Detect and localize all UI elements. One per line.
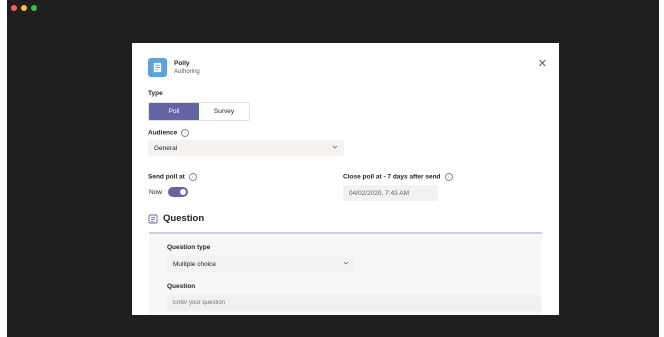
app-name: Polly	[174, 59, 190, 67]
poll-dialog: ✕ Polly Authoring Type Poll Survey Audie…	[132, 43, 559, 315]
form-icon	[148, 214, 158, 223]
poll-app-icon	[148, 58, 167, 77]
question-type-value: Multiple choice	[173, 260, 216, 268]
type-segmented-control: Poll Survey	[148, 102, 250, 121]
minimize-window-button[interactable]	[21, 5, 27, 11]
maximize-window-button[interactable]	[31, 5, 37, 11]
send-now-row: Now	[149, 187, 189, 197]
type-poll-button[interactable]: Poll	[149, 103, 199, 120]
send-label-row: Send poll at i	[148, 173, 197, 181]
info-icon[interactable]: i	[444, 173, 453, 181]
audience-label-row: Audience i	[148, 129, 190, 137]
close-date-field[interactable]: 04/02/2020, 7:43 AM	[343, 185, 438, 201]
app-window: ✕ Polly Authoring Type Poll Survey Audie…	[7, 0, 659, 337]
info-icon[interactable]: i	[188, 173, 197, 181]
app-subtitle: Authoring	[174, 68, 200, 75]
send-now-toggle[interactable]	[168, 187, 189, 197]
question-label: Question	[167, 283, 196, 290]
audience-select[interactable]: General	[148, 140, 344, 156]
info-icon[interactable]: i	[181, 129, 190, 137]
type-label: Type	[148, 90, 163, 97]
close-icon[interactable]: ✕	[538, 57, 547, 70]
close-date-value: 04/02/2020, 7:43 AM	[349, 189, 409, 197]
toggle-knob	[180, 189, 187, 195]
section-header: Question	[148, 213, 204, 224]
question-card: Question type Multiple choice Question	[149, 232, 542, 315]
section-title: Question	[163, 213, 205, 224]
audience-label: Audience	[148, 129, 178, 137]
chevron-down-icon	[332, 145, 338, 149]
send-label: Send poll at	[148, 173, 185, 181]
type-survey-button[interactable]: Survey	[199, 103, 249, 120]
close-label: Close poll at - 7 days after send	[343, 173, 441, 181]
question-type-select[interactable]: Multiple choice	[167, 256, 355, 272]
audience-value: General	[154, 144, 178, 152]
close-label-row: Close poll at - 7 days after send i	[343, 173, 453, 181]
close-window-button[interactable]	[11, 5, 17, 11]
question-type-label: Question type	[167, 244, 211, 251]
chevron-down-icon	[343, 261, 349, 265]
send-now-label: Now	[149, 188, 163, 196]
window-controls	[11, 5, 37, 11]
app-header: Polly Authoring	[148, 58, 200, 77]
question-input[interactable]	[167, 295, 541, 311]
